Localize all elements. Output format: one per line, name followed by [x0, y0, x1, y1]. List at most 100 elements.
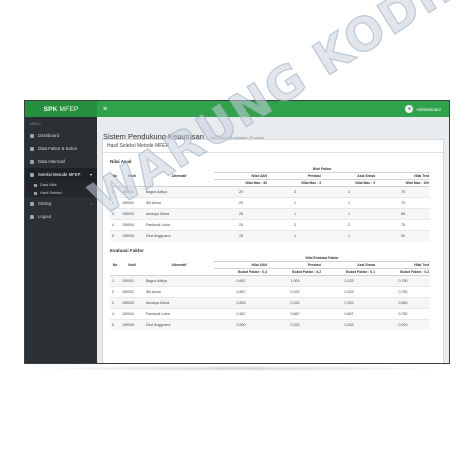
cell: Devi Anggraeni — [144, 230, 214, 242]
cell: 0,333 — [268, 318, 322, 330]
sidebar-subitem-label: Data Nilai — [40, 183, 57, 187]
cell: 159005 — [120, 230, 144, 242]
user-menu[interactable]: Administrator — [405, 105, 441, 113]
column-header: No — [110, 166, 120, 187]
column-header: Alternatif — [144, 254, 214, 276]
cell: 1 — [322, 230, 376, 242]
cell: 75 — [376, 197, 431, 209]
cell: 1 — [322, 197, 376, 209]
cell: 20 — [214, 219, 268, 231]
table-row: 4 159004 Pambudi Luhur 0,667 0,667 0,667 0,750 — [110, 307, 431, 319]
sidebar-item-setting[interactable]: Setting ‹ — [25, 197, 97, 210]
table-row: 1 159001 Bagus Aditya 0,667 1,000 0,333 0,750 — [110, 274, 431, 286]
user-name: Administrator — [416, 106, 441, 112]
chevron-down-icon: ▾ — [89, 172, 92, 177]
cell: 25 — [214, 208, 268, 220]
cell: 20 — [214, 197, 268, 209]
cell: 1 — [268, 197, 322, 209]
cell: 1 — [322, 208, 376, 220]
cell: Pambudi Luhur — [144, 219, 214, 231]
circle-icon — [34, 183, 37, 187]
cell: 0,900 — [376, 318, 431, 330]
cell: 1,000 — [268, 274, 322, 286]
sidebar-subitem-data-nilai[interactable]: Data Nilai — [25, 181, 97, 189]
cell: Devi Anggraeni — [144, 318, 214, 330]
cell: 159004 — [120, 307, 144, 319]
results-panel: Hasil Seleksi Metode MFEP Nilai Awal No … — [102, 139, 444, 363]
cell: 0,833 — [214, 296, 268, 308]
table-row: 5 159005 Devi Anggraeni 0,500 0,333 0,333 0,90… — [110, 318, 431, 330]
cell: 159001 — [120, 186, 144, 198]
column-header: No — [110, 254, 120, 276]
cell: 0,667 — [268, 307, 322, 319]
table-row: 5 159005 Devi Anggraeni 15 1 1 90 — [110, 230, 431, 242]
cell: 0,500 — [214, 318, 268, 330]
table-row: 3 159003 Annisya Zahra 0,833 0,333 0,333 0,850 — [110, 296, 431, 308]
cell: 159003 — [120, 296, 144, 308]
table-row: 2 159002 Siti Anisa 20 1 1 75 — [110, 197, 431, 209]
cell: 0,667 — [214, 274, 268, 286]
sidebar: MENU Dashboard Data Faktor & Bobot Data … — [25, 117, 97, 363]
panel-title: Hasil Seleksi Metode MFEP — [103, 140, 443, 153]
cell: 3 — [110, 296, 120, 308]
users-icon — [30, 159, 34, 164]
cell: Bagus Aditya — [144, 186, 214, 198]
column-header: Prestasi — [268, 172, 322, 180]
sidebar-section-label: MENU — [30, 122, 41, 126]
column-subheader: Bobot Faktor : 0,2 — [268, 268, 322, 276]
cell: 0,667 — [322, 307, 376, 319]
cell: 159002 — [120, 285, 144, 297]
cell: 85 — [376, 208, 431, 220]
cell: 0,750 — [376, 307, 431, 319]
column-subheader: Bobot Faktor : 0,1 — [322, 268, 376, 276]
cell: 0,333 — [322, 274, 376, 286]
cell: 1 — [268, 230, 322, 242]
sidebar-item-seleksi[interactable]: Seleksi Metode MFEP ▾ — [25, 168, 97, 181]
cell: 0,750 — [376, 274, 431, 286]
column-header: Nodi — [120, 166, 144, 187]
sidebar-item-logout[interactable]: Logout — [25, 210, 97, 223]
top-bar: SPK MFEP ≡ Administrator — [25, 101, 449, 117]
brand-logo[interactable]: SPK MFEP — [25, 101, 97, 117]
hamburger-icon[interactable]: ≡ — [103, 106, 107, 113]
table-title-nilai-awal: Nilai Awal — [110, 159, 132, 164]
cell: 75 — [376, 219, 431, 231]
column-header: Nodi — [120, 254, 144, 276]
cell: 5 — [110, 318, 120, 330]
cell: 4 — [110, 307, 120, 319]
column-subheader: Nilai Max : 30 — [214, 179, 268, 187]
cell: 0,333 — [268, 296, 322, 308]
column-subheader: Bobot Faktor : 0,4 — [214, 268, 268, 276]
column-header: Asal Siswa — [322, 261, 376, 269]
cell: 2 — [268, 219, 322, 231]
table-row: 3 159003 Annisya Zahra 25 1 1 85 — [110, 208, 431, 220]
cell: 1 — [268, 208, 322, 220]
nilai-awal-table: No Nodi Alternatif Nilai Faktor Nilai UA… — [110, 166, 431, 242]
brand-rest: MFEP — [59, 105, 79, 113]
cell: 20 — [214, 186, 268, 198]
sidebar-subitem-hasil-seleksi[interactable]: Hasil Seleksi — [25, 189, 97, 197]
cell: 159005 — [120, 318, 144, 330]
main-content: Sistem Pendukung Keputusan Multifactor E… — [97, 117, 449, 363]
dashboard-icon — [30, 133, 34, 138]
cell: 5 — [110, 230, 120, 242]
column-header: Asal Siswa — [322, 172, 376, 180]
cell: 3 — [268, 186, 322, 198]
avatar — [405, 105, 414, 113]
list-icon — [30, 146, 34, 151]
cell: 0,667 — [214, 285, 268, 297]
brand-bold: SPK — [43, 105, 58, 113]
cell: 75 — [376, 186, 431, 198]
sidebar-item-data-faktor[interactable]: Data Faktor & Bobot — [25, 142, 97, 155]
sidebar-item-dashboard[interactable]: Dashboard — [25, 129, 97, 142]
chevron-right-icon: ‹ — [90, 201, 92, 206]
sidebar-item-data-alternatif[interactable]: Data Alternatif — [25, 155, 97, 168]
cell: Annisya Zahra — [144, 296, 214, 308]
cell: 2 — [110, 197, 120, 209]
column-subheader: Bobot Faktor : 0,3 — [376, 268, 431, 276]
table-row: 4 159004 Pambudi Luhur 20 2 2 75 — [110, 219, 431, 231]
cell: Annisya Zahra — [144, 208, 214, 220]
circle-icon — [34, 191, 37, 195]
table-row: 1 159001 Bagus Aditya 20 3 1 75 — [110, 186, 431, 198]
logout-icon — [30, 214, 34, 219]
